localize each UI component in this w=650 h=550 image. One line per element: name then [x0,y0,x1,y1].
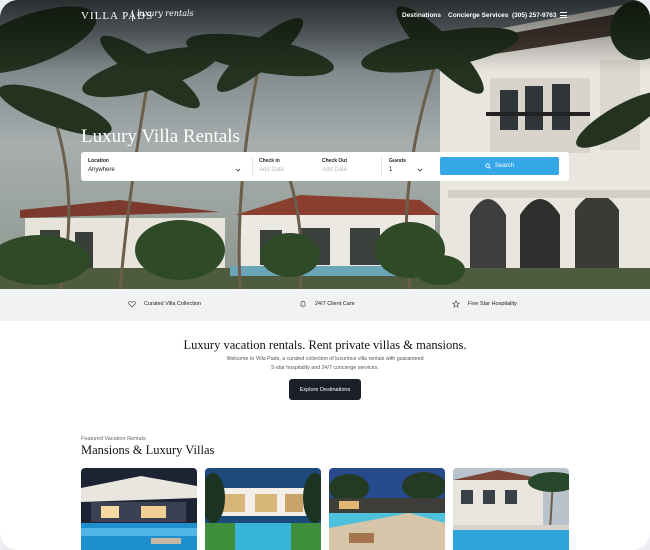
brand-tagline: luxury rentals [137,9,194,18]
feature-label: 24/7 Client Care [315,301,355,307]
nav-destinations-link[interactable]: Destinations [402,12,441,19]
feature-client-care: 24/7 Client Care [299,300,355,308]
checkin-field[interactable]: Check in Add Date [252,152,315,181]
hamburger-menu-icon[interactable] [560,12,567,18]
bell-icon [300,300,306,308]
villa-photo [329,468,445,550]
feature-curated-collection: Curated Villa Collection [128,300,201,308]
features-strip: Curated Villa Collection 24/7 Client Car… [0,289,650,321]
intro-paragraph: Welcome to Villa Pads, a curated collect… [226,356,424,371]
chevron-down-icon [235,168,241,172]
top-navigation: VILLA PADS luxury rentals Destinations C… [0,0,650,32]
hero-title: Luxury Villa Rentals [81,126,240,147]
star-icon [452,300,460,308]
villa-photo [81,468,197,550]
search-icon [485,163,491,169]
search-button[interactable]: Search [440,157,559,175]
feature-label: Curated Villa Collection [144,301,202,307]
checkin-label: Check in [259,158,280,164]
checkout-placeholder: Add Date [322,167,348,173]
search-bar: Location Anywhere Check in Add Date Chec… [81,152,569,181]
checkin-placeholder: Add Date [259,167,285,173]
explore-destinations-button[interactable]: Explore Destinations [289,379,361,400]
logo-divider [132,10,133,21]
villa-card[interactable] [205,468,321,550]
hero-section: VILLA PADS luxury rentals Destinations C… [0,0,650,289]
checkout-label: Check Out [322,158,348,164]
heart-icon [128,301,136,308]
feature-five-star: Five Star Hospitality [452,300,517,308]
guests-field[interactable]: Guests 1 [382,152,432,181]
featured-kicker: Featured Vacation Rentals [81,436,146,442]
villa-photo [205,468,321,550]
guests-value: 1 [389,167,393,173]
villa-card[interactable] [329,468,445,550]
checkout-field[interactable]: Check Out Add Date [315,152,381,181]
page-frame: VILLA PADS luxury rentals Destinations C… [0,0,650,550]
villa-card[interactable] [453,468,569,550]
nav-phone-link[interactable]: (305) 257-9763 [512,12,556,19]
location-label: Location [88,158,109,164]
search-button-label: Search [494,163,514,169]
nav-concierge-services-link[interactable]: Concierge Services [448,12,508,19]
intro-heading: Luxury vacation rentals. Rent private vi… [183,338,467,352]
feature-label: Five Star Hospitality [468,301,517,307]
location-value: Anywhere [88,167,115,173]
featured-heading: Mansions & Luxury Villas [81,443,215,457]
villa-photo [453,468,569,550]
guests-label: Guests [389,158,406,164]
location-field[interactable]: Location Anywhere [81,152,251,181]
chevron-down-icon [417,168,423,172]
villa-card[interactable] [81,468,197,550]
